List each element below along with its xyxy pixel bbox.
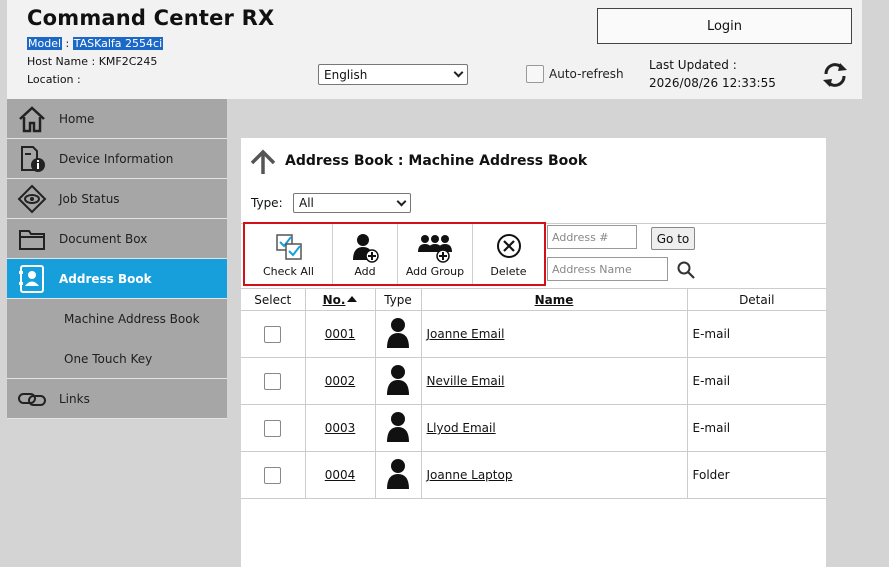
check-all-icon xyxy=(275,234,302,260)
refresh-icon[interactable] xyxy=(820,60,850,90)
sidebar-item-job-status[interactable]: Job Status xyxy=(7,179,227,219)
language-select[interactable]: English xyxy=(318,64,468,85)
delete-label: Delete xyxy=(490,265,527,278)
search-icon[interactable] xyxy=(677,261,695,279)
table-row: 0003 Llyod Email E-mail xyxy=(241,404,826,452)
host-value: KMF2C245 xyxy=(98,55,158,68)
main-panel: Address Book : Machine Address Book Type… xyxy=(241,138,826,567)
header: Command Center RX Model : TASKalfa 2554c… xyxy=(7,0,862,99)
type-value: All xyxy=(299,196,314,210)
auto-refresh-checkbox[interactable] xyxy=(526,65,544,83)
delete-button[interactable]: Delete xyxy=(473,224,544,284)
check-all-label: Check All xyxy=(263,265,314,278)
header-no[interactable]: No. xyxy=(305,288,376,311)
row-detail: E-mail xyxy=(687,404,826,452)
host-info: Host Name : KMF2C245 xyxy=(27,55,157,68)
sidebar-item-document-box[interactable]: Document Box xyxy=(7,219,227,259)
person-icon xyxy=(387,317,409,348)
address-number-input[interactable]: Address # xyxy=(547,225,637,249)
link-icon xyxy=(18,393,46,406)
device-info-icon xyxy=(21,146,45,172)
last-updated-label: Last Updated : xyxy=(649,58,737,72)
header-type: Type xyxy=(375,288,422,311)
row-detail: E-mail xyxy=(687,357,826,405)
folder-icon xyxy=(19,230,45,250)
go-to-button[interactable]: Go to xyxy=(651,227,695,250)
sidebar: Home Device Information Job Status Docum… xyxy=(7,99,227,419)
login-button[interactable]: Login xyxy=(597,8,852,44)
up-arrow-icon[interactable] xyxy=(249,148,277,176)
sidebar-item-label: Address Book xyxy=(59,271,152,286)
row-number-link[interactable]: 0001 xyxy=(325,327,356,341)
add-group-icon xyxy=(418,235,452,263)
table-row: 0002 Neville Email E-mail xyxy=(241,357,826,405)
person-icon xyxy=(387,364,409,395)
row-name-link[interactable]: Llyod Email xyxy=(427,421,496,435)
app-title: Command Center RX xyxy=(27,6,275,30)
chevron-down-icon xyxy=(453,67,464,78)
sidebar-item-links[interactable]: Links xyxy=(7,379,227,419)
row-name-link[interactable]: Joanne Email xyxy=(427,327,505,341)
chevron-down-icon xyxy=(396,196,407,206)
header-name-label: Name xyxy=(534,292,574,307)
person-icon xyxy=(387,411,409,442)
row-number-link[interactable]: 0003 xyxy=(325,421,356,435)
type-select[interactable]: All xyxy=(293,193,411,213)
header-name[interactable]: Name xyxy=(421,288,688,311)
row-select-checkbox[interactable] xyxy=(264,466,282,484)
model-info: Model : TASKalfa 2554ci xyxy=(27,37,164,50)
row-select-checkbox[interactable] xyxy=(264,372,282,390)
row-detail: E-mail xyxy=(687,310,826,358)
add-button[interactable]: Add xyxy=(333,224,398,284)
add-group-button[interactable]: Add Group xyxy=(398,224,473,284)
row-select-checkbox[interactable] xyxy=(264,419,282,437)
header-detail: Detail xyxy=(687,288,826,311)
header-select: Select xyxy=(241,288,306,311)
sidebar-item-label: Links xyxy=(59,391,90,406)
delete-icon xyxy=(496,234,521,258)
sidebar-item-home[interactable]: Home xyxy=(7,99,227,139)
sidebar-item-label: Job Status xyxy=(59,191,120,206)
row-number-link[interactable]: 0002 xyxy=(325,374,356,388)
model-label: Model xyxy=(27,37,63,50)
language-value: English xyxy=(324,67,368,82)
row-name-link[interactable]: Neville Email xyxy=(427,374,505,388)
sidebar-item-label: Home xyxy=(59,111,95,126)
row-detail: Folder xyxy=(687,451,826,499)
table-header-row: Select No. Type Name Detail xyxy=(241,288,826,311)
host-label: Host Name : xyxy=(27,55,99,68)
model-value: TASKalfa 2554ci xyxy=(72,37,164,50)
address-book-icon xyxy=(19,265,44,293)
sidebar-item-label: Device Information xyxy=(59,151,174,166)
sidebar-subitem-one-touch-key[interactable]: One Touch Key xyxy=(7,339,227,379)
auto-refresh-label: Auto-refresh xyxy=(549,67,624,81)
row-select-checkbox[interactable] xyxy=(264,325,282,343)
sidebar-item-label: Document Box xyxy=(59,231,148,246)
type-label: Type: xyxy=(251,196,283,210)
check-all-button[interactable]: Check All xyxy=(245,224,333,284)
action-toolbar: Check All Add Add Group Delete xyxy=(243,222,546,286)
add-label: Add xyxy=(354,265,376,278)
sort-ascending-icon xyxy=(347,295,358,302)
table-row: 0001 Joanne Email E-mail xyxy=(241,310,826,358)
person-icon xyxy=(387,458,409,489)
sidebar-item-device-information[interactable]: Device Information xyxy=(7,139,227,179)
header-no-label: No. xyxy=(322,292,346,307)
job-status-icon xyxy=(17,184,47,214)
row-number-link[interactable]: 0004 xyxy=(325,468,356,482)
page-title: Address Book : Machine Address Book xyxy=(285,153,588,169)
sidebar-item-address-book[interactable]: Address Book xyxy=(7,259,227,299)
row-name-link[interactable]: Joanne Laptop xyxy=(427,468,513,482)
sidebar-subitem-machine-address-book[interactable]: Machine Address Book xyxy=(7,299,227,339)
add-user-icon xyxy=(353,234,379,263)
add-group-label: Add Group xyxy=(405,265,465,278)
home-icon xyxy=(19,106,45,133)
address-name-input[interactable]: Address Name xyxy=(547,257,668,281)
location-label: Location : xyxy=(27,73,81,86)
last-updated-value: 2026/08/26 12:33:55 xyxy=(649,76,776,90)
address-table: Select No. Type Name Detail 0001 Joanne … xyxy=(241,288,826,499)
table-row: 0004 Joanne Laptop Folder xyxy=(241,451,826,499)
